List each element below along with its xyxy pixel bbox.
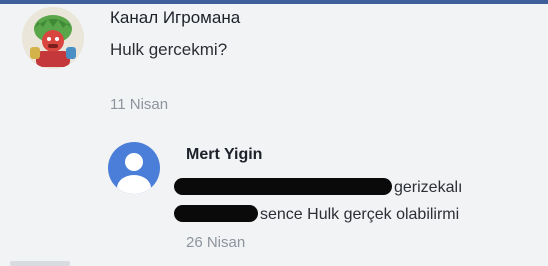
reply-author-avatar[interactable] <box>108 142 160 194</box>
post-text: Hulk gercekmi? <box>110 40 228 59</box>
reply-text-line-2: sence Hulk gerçek olabilirmi <box>174 205 459 224</box>
reply-author-name[interactable]: Mert Yigin <box>186 146 262 164</box>
default-user-icon <box>108 142 160 194</box>
next-item-edge <box>10 261 70 266</box>
post-date[interactable]: 11 Nisan <box>110 96 168 113</box>
top-bar <box>0 0 548 4</box>
reply-text-visible-1: gerizekalı <box>394 179 463 196</box>
reply-text-line-1: gerizekalı <box>174 178 462 197</box>
cartoon-avatar-icon <box>22 7 84 69</box>
redaction-bar <box>174 178 392 195</box>
reply-date[interactable]: 26 Nisan <box>186 234 245 251</box>
post-author-name[interactable]: Канал Игромана <box>110 8 240 28</box>
redaction-bar <box>174 205 258 222</box>
post-author-avatar[interactable] <box>22 7 84 69</box>
reply-text-visible-2: sence Hulk gerçek olabilirmi <box>260 206 460 223</box>
